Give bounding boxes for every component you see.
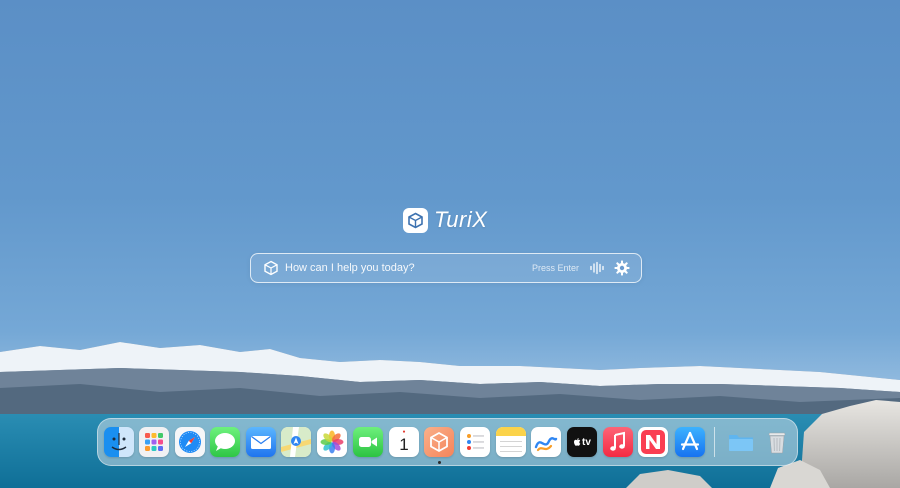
prompt-input[interactable] bbox=[285, 262, 532, 274]
calendar-day: 1 bbox=[399, 435, 409, 454]
waveform-icon[interactable] bbox=[589, 260, 605, 276]
freeform-icon[interactable] bbox=[531, 427, 561, 457]
press-enter-hint: Press Enter bbox=[531, 263, 579, 273]
photos-icon[interactable] bbox=[317, 427, 347, 457]
turix-cube-icon bbox=[403, 207, 428, 233]
reminders-icon[interactable] bbox=[460, 427, 490, 457]
trash-icon[interactable] bbox=[762, 427, 792, 457]
running-indicator bbox=[438, 461, 441, 464]
dock-separator bbox=[714, 427, 715, 457]
brand-header: TuriX bbox=[403, 206, 487, 234]
safari-icon[interactable] bbox=[175, 427, 205, 457]
turix-app-icon[interactable] bbox=[424, 427, 454, 457]
tv-label: tv bbox=[582, 436, 591, 448]
apple-tv-icon[interactable]: tv bbox=[567, 427, 597, 457]
dock: ● 1 tv bbox=[97, 418, 798, 466]
calendar-icon[interactable]: ● 1 bbox=[389, 427, 419, 457]
notes-icon[interactable] bbox=[496, 427, 526, 457]
messages-icon[interactable] bbox=[210, 427, 240, 457]
app-store-icon[interactable] bbox=[675, 427, 705, 457]
turix-cube-icon bbox=[263, 260, 279, 276]
music-icon[interactable] bbox=[603, 427, 633, 457]
facetime-icon[interactable] bbox=[353, 427, 383, 457]
brand-name: TuriX bbox=[434, 207, 488, 232]
folder-icon[interactable] bbox=[726, 427, 756, 457]
search-bar[interactable]: Press Enter bbox=[250, 253, 642, 283]
gear-icon[interactable] bbox=[614, 260, 630, 276]
news-icon[interactable] bbox=[638, 427, 668, 457]
mail-icon[interactable] bbox=[246, 427, 276, 457]
launchpad-icon[interactable] bbox=[139, 427, 169, 457]
desktop-wallpaper bbox=[0, 0, 900, 488]
finder-icon[interactable] bbox=[104, 427, 134, 457]
mountain-lake-scenery bbox=[0, 342, 900, 488]
maps-icon[interactable] bbox=[281, 427, 311, 457]
